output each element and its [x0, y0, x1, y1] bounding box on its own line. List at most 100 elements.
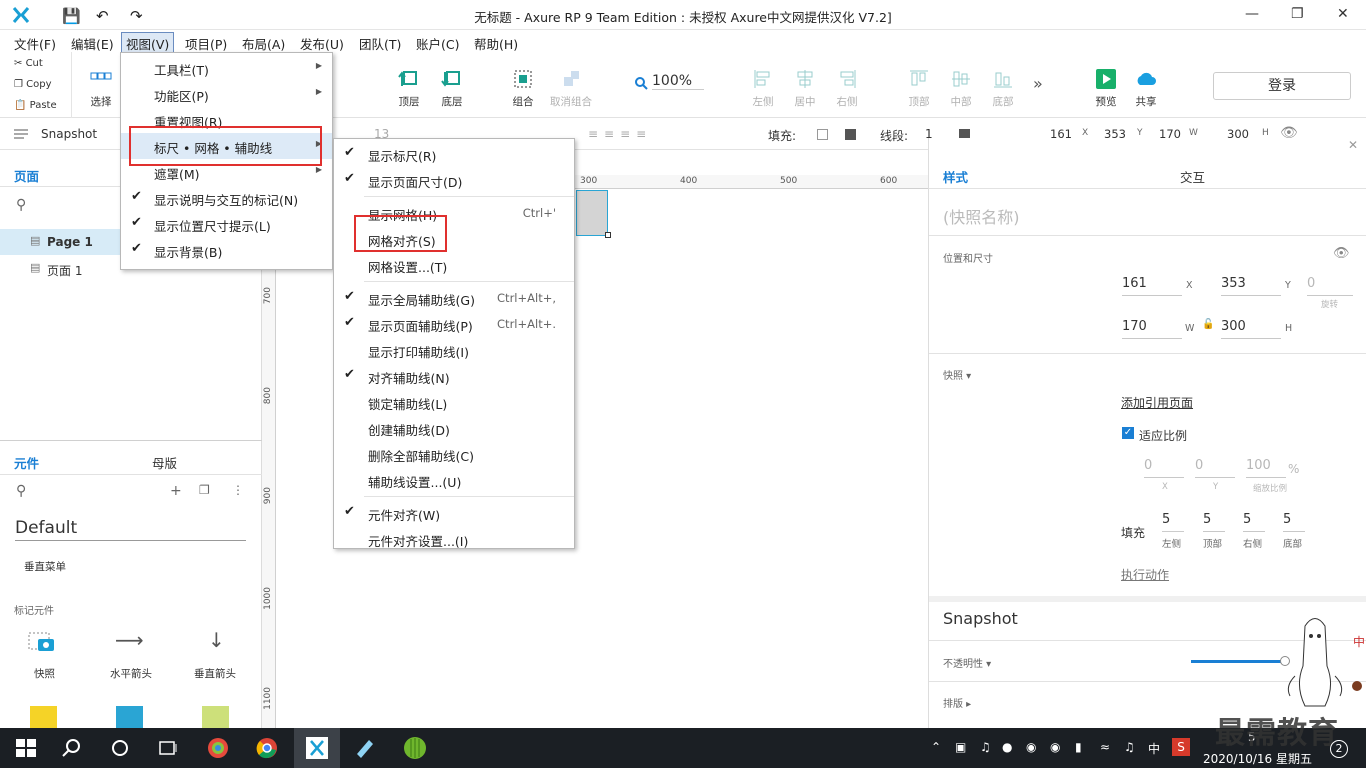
markers-group-label[interactable]: 标记元件	[14, 602, 54, 617]
tray-app-icon[interactable]: ▣	[955, 740, 966, 754]
preview-button[interactable]: 预览	[1091, 68, 1121, 109]
padding-top-input[interactable]: 5	[1203, 510, 1225, 532]
visibility-eye-icon[interactable]: 👁	[1333, 246, 1350, 261]
menu-layout[interactable]: 布局(A)	[242, 34, 285, 53]
search-taskbar-icon[interactable]	[60, 736, 84, 760]
submenu-item[interactable]: 辅助线设置...(U)	[334, 467, 574, 493]
h-input[interactable]: 300	[1221, 317, 1281, 339]
tab-interactions[interactable]: 交互	[1180, 167, 1205, 186]
search-icon[interactable]: ⚲	[16, 197, 26, 213]
align-middle-button[interactable]: 中部	[946, 68, 976, 109]
submenu-item[interactable]: 显示打印辅助线(I)	[334, 337, 574, 363]
axure-taskbar-icon[interactable]	[305, 736, 329, 760]
add-library-icon[interactable]: +	[170, 483, 182, 499]
widget-search-icon[interactable]: ⚲	[16, 483, 26, 499]
view-menu-item[interactable]: 工具栏(T) ▶	[121, 55, 332, 81]
ime-indicator[interactable]: 中	[1148, 740, 1160, 757]
bamboo-app-icon[interactable]	[403, 736, 427, 760]
fill-color-swatch[interactable]	[817, 129, 828, 140]
group-button[interactable]: 组合	[508, 68, 538, 109]
tab-pages[interactable]: 页面	[14, 166, 39, 185]
login-button[interactable]: 登录	[1213, 72, 1351, 100]
tray-bell-icon[interactable]: ♫	[980, 740, 991, 754]
vertical-arrow-icon[interactable]: ↓	[208, 628, 225, 652]
view-menu-item[interactable]: ✔ 显示位置尺寸提示(L)	[121, 211, 332, 237]
cut-button[interactable]: ✂ Cut	[14, 58, 43, 69]
chrome-icon[interactable]	[255, 736, 279, 760]
view-menu-item[interactable]: ✔ 显示背景(B)	[121, 237, 332, 263]
horizontal-arrow-icon[interactable]: ⟶	[115, 628, 144, 652]
more-icon[interactable]: »	[1033, 74, 1043, 93]
cortana-icon[interactable]	[108, 736, 132, 760]
tab-style[interactable]: 样式	[943, 167, 968, 186]
submenu-item[interactable]: ✔ 显示标尺(R)	[334, 141, 574, 167]
send-to-back-button[interactable]: 底层	[437, 68, 467, 109]
offset-y-input[interactable]: 0	[1195, 456, 1235, 478]
menu-account[interactable]: 账户(C)	[416, 34, 459, 53]
menu-project[interactable]: 项目(P)	[185, 34, 227, 53]
padding-right-input[interactable]: 5	[1243, 510, 1265, 532]
battery-icon[interactable]: ▮	[1075, 740, 1082, 754]
bring-to-front-button[interactable]: 顶层	[394, 68, 424, 109]
ungroup-button[interactable]: 取消组合	[548, 68, 594, 109]
action-link[interactable]: 执行动作	[1121, 566, 1169, 583]
menu-help[interactable]: 帮助(H)	[474, 34, 518, 53]
submenu-item[interactable]: ✔ 显示页面辅助线(P) Ctrl+Alt+.	[334, 311, 574, 337]
offset-x-input[interactable]: 0	[1144, 456, 1184, 478]
library-copy-icon[interactable]: ❐	[199, 483, 210, 497]
qq-icon[interactable]: ◉	[1026, 740, 1036, 754]
widget-name-field[interactable]: (快照名称)	[943, 204, 1020, 228]
add-reference-page-link[interactable]: 添加引用页面	[1121, 394, 1193, 411]
paste-button[interactable]: 📋 Paste	[14, 100, 57, 111]
align-center-button[interactable]: 居中	[790, 68, 820, 109]
select-tool[interactable]: 选择	[86, 68, 116, 109]
minimize-button[interactable]: —	[1245, 6, 1259, 22]
photos-app-icon[interactable]	[206, 736, 230, 760]
submenu-item[interactable]: 元件对齐设置...(I)	[334, 526, 574, 552]
clock-date[interactable]: 2020/10/16 星期五	[1203, 750, 1312, 767]
task-view-icon[interactable]	[156, 736, 180, 760]
sticky-blue[interactable]	[116, 706, 143, 728]
volume-icon[interactable]: ♫	[1124, 740, 1135, 754]
x-input[interactable]: 161	[1122, 274, 1182, 296]
submenu-item[interactable]: ✔ 元件对齐(W)	[334, 500, 574, 526]
submenu-item[interactable]: ✔ 显示全局辅助线(G) Ctrl+Alt+,	[334, 285, 574, 311]
align-top-button[interactable]: 顶部	[904, 68, 934, 109]
submenu-item[interactable]: 删除全部辅助线(C)	[334, 441, 574, 467]
fit-checkbox[interactable]: ✓	[1122, 427, 1134, 439]
close-button[interactable]: ✕	[1337, 6, 1349, 22]
menu-publish[interactable]: 发布(U)	[300, 34, 344, 53]
library-more-icon[interactable]: ⋮	[232, 483, 244, 497]
padding-left-input[interactable]: 5	[1162, 510, 1184, 532]
tray-chevron-icon[interactable]: ⌃	[931, 740, 941, 754]
text-align-icons[interactable]: ≡≡≡≡	[588, 127, 652, 141]
snapshot-widget-on-canvas[interactable]	[576, 190, 608, 236]
close-panel-icon[interactable]: ✕	[1348, 138, 1358, 152]
submenu-item[interactable]: 网格设置...(T)	[334, 252, 574, 278]
notes-app-icon[interactable]	[353, 736, 377, 760]
submenu-item[interactable]: 锁定辅助线(L)	[334, 389, 574, 415]
sticky-yellow[interactable]	[30, 706, 57, 728]
sogou-icon[interactable]: S	[1172, 738, 1190, 756]
notification-badge[interactable]: 2	[1330, 740, 1348, 758]
scale-input[interactable]: 100	[1246, 456, 1286, 478]
wifi-icon[interactable]: ≈	[1100, 740, 1110, 754]
tab-masters[interactable]: 母版	[152, 453, 177, 472]
layout-section[interactable]: 排版 ▸	[943, 695, 971, 710]
rotation-input[interactable]: 0	[1307, 274, 1353, 296]
zoom-select[interactable]: 100%	[652, 73, 704, 90]
copy-button[interactable]: ❐ Copy	[14, 79, 52, 90]
qq-icon-2[interactable]: ◉	[1050, 740, 1060, 754]
submenu-item[interactable]: ✔ 对齐辅助线(N)	[334, 363, 574, 389]
sticky-green[interactable]	[202, 706, 229, 728]
windows-start-icon[interactable]	[14, 736, 38, 760]
submenu-item[interactable]: 创建辅助线(D)	[334, 415, 574, 441]
w-input[interactable]: 170	[1122, 317, 1182, 339]
shadow-swatch[interactable]	[845, 129, 856, 140]
share-button[interactable]: 共享	[1131, 68, 1161, 109]
menu-file[interactable]: 文件(F)	[14, 34, 56, 53]
menu-team[interactable]: 团队(T)	[359, 34, 401, 53]
view-menu-item[interactable]: 功能区(P) ▶	[121, 81, 332, 107]
snapshot-section-title[interactable]: 快照 ▾	[943, 367, 971, 382]
snapshot-widget[interactable]	[28, 630, 58, 656]
